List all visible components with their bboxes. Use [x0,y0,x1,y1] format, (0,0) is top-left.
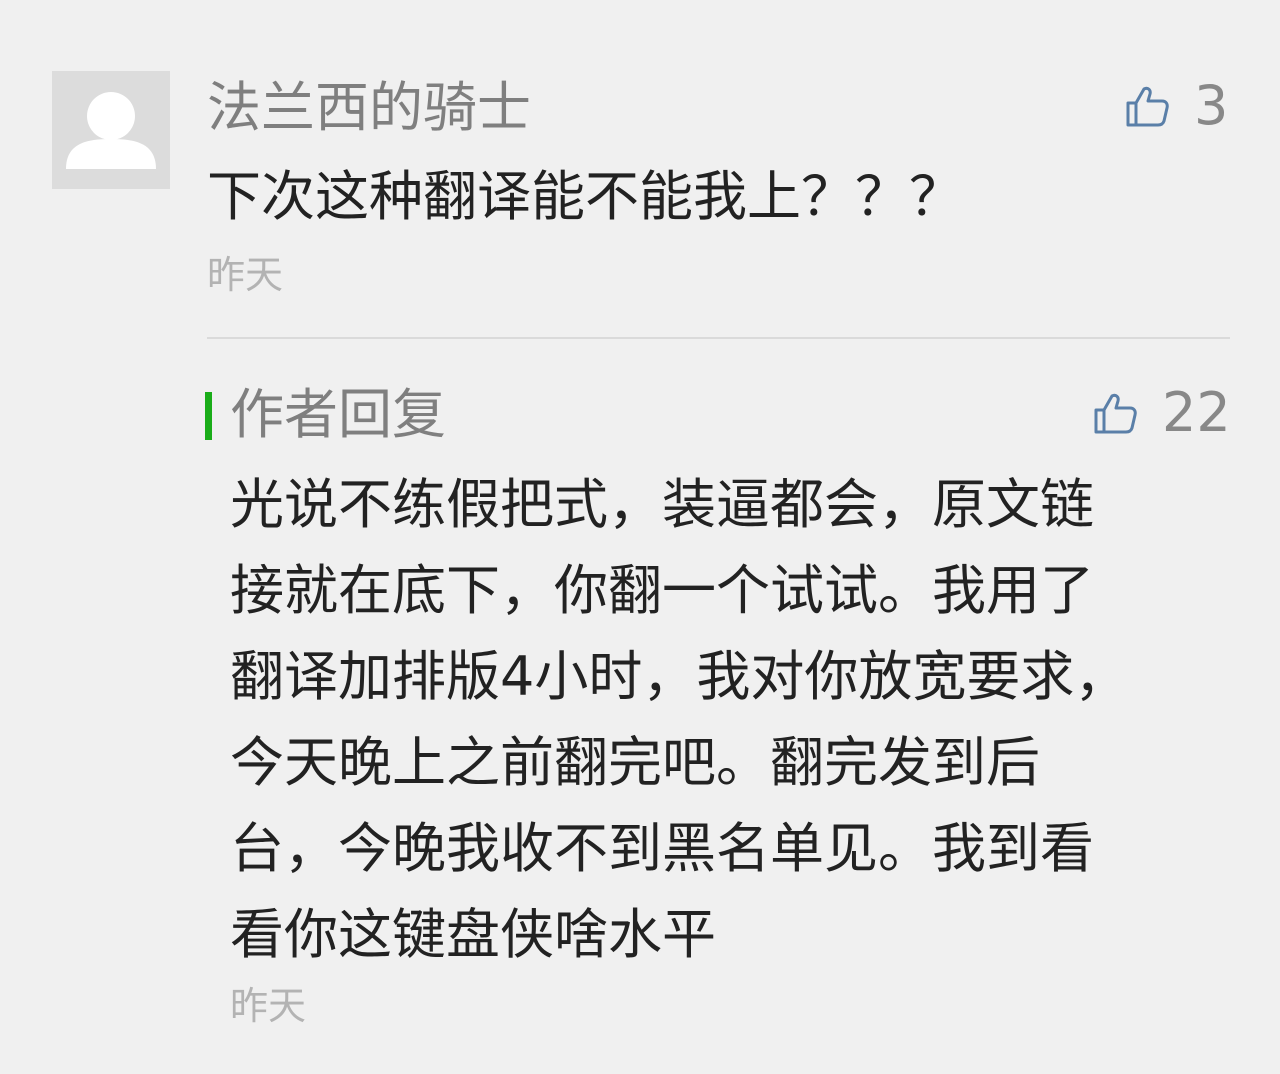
divider [207,337,1230,339]
user-avatar[interactable] [52,71,170,189]
reply-label: 作者回复 [230,383,446,446]
thumbs-up-icon [1094,393,1137,434]
comment-text: 下次这种翻译能不能我上？？？ [207,165,963,228]
comment-timestamp: 昨天 [207,253,284,297]
default-user-avatar-icon [66,92,156,169]
comment-like-button[interactable]: 3 [1124,76,1228,136]
reply-timestamp: 昨天 [230,984,307,1028]
reply-like-count: 22 [1162,381,1231,444]
reply-like-button[interactable]: 22 [1092,383,1231,443]
reply-accent-bar [205,392,212,440]
reply-text: 光说不练假把式，装逼都会，原文链 接就在底下，你翻一个试试。我用了 翻译加排版4… [230,473,1129,966]
comment-like-count: 3 [1194,74,1229,137]
thumbs-up-icon [1126,86,1169,127]
comment-username[interactable]: 法兰西的骑士 [207,76,531,140]
